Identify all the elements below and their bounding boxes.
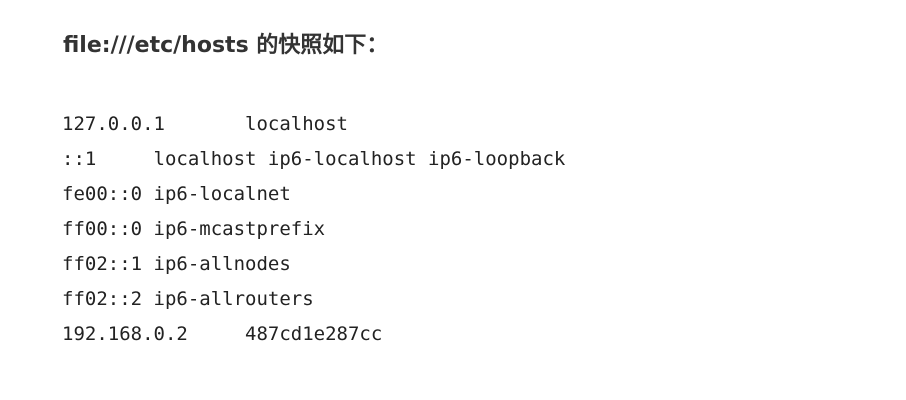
hosts-line: ff02::2 ip6-allrouters: [62, 288, 314, 310]
page-title: file:///etc/hosts 的快照如下：: [63, 33, 389, 58]
hosts-line: ff00::0 ip6-mcastprefix: [62, 218, 326, 240]
hosts-line: 127.0.0.1 localhost: [62, 113, 348, 135]
hosts-file-snapshot: 127.0.0.1 localhost ::1 localhost ip6-lo…: [62, 107, 565, 352]
hosts-line: ff02::1 ip6-allnodes: [62, 253, 291, 275]
hosts-line: ::1 localhost ip6-localhost ip6-loopback: [62, 148, 566, 170]
document-page: file:///etc/hosts 的快照如下： 127.0.0.1 local…: [0, 0, 906, 400]
hosts-line: fe00::0 ip6-localnet: [62, 183, 291, 205]
hosts-line: 192.168.0.2 487cd1e287cc: [62, 323, 383, 345]
